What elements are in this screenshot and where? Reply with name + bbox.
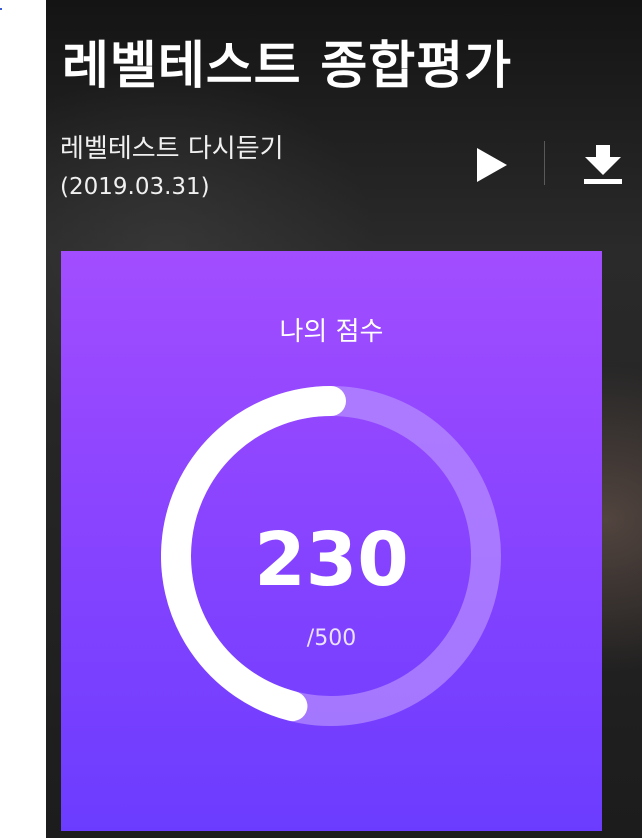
level-test-panel: 레벨테스트 종합평가 레벨테스트 다시듣기 (2019.03.31) 나의 점수… xyxy=(46,0,642,838)
action-divider xyxy=(544,141,545,185)
test-date: (2019.03.31) xyxy=(60,174,210,200)
play-icon xyxy=(477,148,507,182)
play-button[interactable] xyxy=(471,145,511,185)
score-label: 나의 점수 xyxy=(279,317,384,347)
download-icon xyxy=(584,145,622,184)
left-margin xyxy=(0,0,46,838)
score-card: 나의 점수 230 /500 xyxy=(61,251,602,831)
replay-label: 레벨테스트 다시듣기 xyxy=(60,134,284,164)
left-marker xyxy=(0,8,2,10)
score-max: /500 xyxy=(306,626,357,651)
score-value: 230 xyxy=(254,517,409,603)
download-button[interactable] xyxy=(581,143,625,187)
page-title: 레벨테스트 종합평가 xyxy=(62,37,513,96)
